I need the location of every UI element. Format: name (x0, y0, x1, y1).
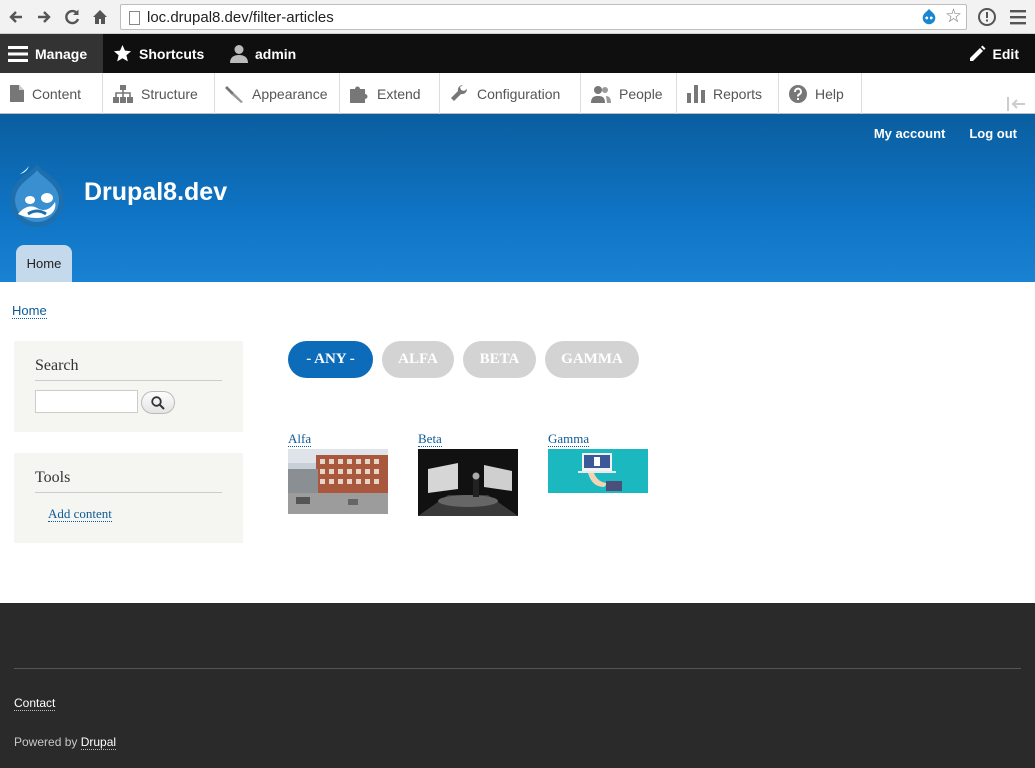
tray-item-label: Extend (377, 85, 421, 102)
puzzle-icon (350, 86, 368, 103)
bookmark-star-icon[interactable]: ☆ (945, 7, 962, 27)
tray-item-extend[interactable]: Extend (340, 73, 440, 114)
paintbrush-icon (225, 86, 243, 103)
article-alfa: Alfa (288, 430, 388, 514)
filter-gamma-button[interactable]: GAMMA (545, 341, 639, 378)
primary-tab-home[interactable]: Home (16, 245, 72, 282)
article-thumbnail-building[interactable] (288, 449, 388, 514)
article-thumbnail-tablet[interactable] (548, 449, 648, 493)
document-icon (10, 85, 24, 102)
tools-block-title: Tools (35, 469, 71, 486)
divider (14, 668, 1021, 669)
add-content-link[interactable]: Add content (48, 507, 112, 522)
filter-button-group: - ANY - ALFA BETA GAMMA (288, 341, 639, 378)
shortcuts-button[interactable]: Shortcuts (113, 34, 204, 73)
secondary-menu: My account Log out (874, 126, 1017, 141)
my-account-link[interactable]: My account (874, 126, 946, 141)
wrench-icon (451, 84, 468, 101)
tray-item-content[interactable]: Content (0, 73, 103, 114)
hamburger-icon (8, 45, 28, 62)
people-icon (591, 85, 611, 103)
search-block-title: Search (35, 357, 79, 374)
search-block: Search (14, 341, 243, 432)
shortcuts-label: Shortcuts (139, 45, 205, 62)
browser-menu-icon[interactable] (1010, 8, 1026, 26)
tray-item-appearance[interactable]: Appearance (215, 73, 340, 114)
tray-item-label: Structure (141, 85, 198, 102)
logout-link[interactable]: Log out (969, 126, 1017, 141)
article-thumbnail-stage[interactable] (418, 449, 518, 516)
tray-item-label: Content (32, 85, 82, 102)
tray-item-people[interactable]: People (581, 73, 677, 114)
contact-link[interactable]: Contact (14, 697, 56, 711)
home-icon[interactable] (90, 7, 110, 27)
collapse-tray-icon[interactable] (1007, 97, 1025, 111)
tray-item-label: Help (815, 85, 844, 102)
tray-item-configuration[interactable]: Configuration (440, 73, 581, 114)
filter-any-button[interactable]: - ANY - (288, 341, 373, 378)
breadcrumb-home[interactable]: Home (12, 304, 47, 319)
tray-item-structure[interactable]: Structure (103, 73, 215, 114)
address-bar[interactable]: loc.drupal8.dev/filter-articles ☆ (120, 4, 967, 30)
tray-item-label: Configuration (477, 85, 561, 102)
drupal-logo[interactable] (8, 162, 66, 228)
info-extension-icon[interactable] (977, 7, 997, 27)
reload-icon[interactable] (62, 7, 82, 27)
search-input[interactable] (35, 390, 138, 413)
site-header: My account Log out Drupal8.dev Home (0, 114, 1035, 282)
browser-toolbar: loc.drupal8.dev/filter-articles ☆ (0, 0, 1035, 34)
filter-beta-button[interactable]: BETA (463, 341, 536, 378)
star-icon (113, 44, 132, 62)
powered-by-prefix: Powered by (14, 735, 78, 749)
bar-chart-icon (687, 84, 705, 103)
user-button[interactable]: admin (230, 34, 296, 73)
divider (35, 492, 222, 493)
pencil-icon (969, 45, 986, 61)
forward-arrow-icon[interactable] (34, 7, 54, 27)
divider (35, 380, 222, 381)
tray-item-label: Appearance (252, 85, 328, 102)
edit-label: Edit (992, 45, 1019, 62)
url-text[interactable]: loc.drupal8.dev/filter-articles (147, 9, 334, 26)
filter-alfa-button[interactable]: ALFA (382, 341, 454, 378)
search-icon (151, 395, 165, 410)
tray-item-help[interactable]: Help (779, 73, 862, 114)
drupal-extension-icon[interactable] (920, 8, 938, 26)
tools-block: Tools Add content (14, 453, 243, 543)
back-arrow-icon[interactable] (6, 7, 26, 27)
drupal-link[interactable]: Drupal (80, 735, 117, 750)
manage-label: Manage (35, 45, 88, 62)
tray-item-label: Reports (713, 85, 763, 102)
user-icon (230, 45, 248, 63)
admin-toolbar: Manage Shortcuts admin Edit (0, 34, 1035, 73)
page-icon (129, 11, 140, 25)
edit-button[interactable]: Edit (968, 34, 1019, 73)
powered-by-text: Powered by Drupal (14, 735, 117, 750)
article-beta: Beta (418, 430, 518, 516)
manage-button[interactable]: Manage (0, 34, 103, 73)
tray-item-label: People (619, 85, 663, 102)
article-title-link[interactable]: Beta (418, 432, 442, 447)
admin-toolbar-tray: Content Structure Appearance Extend Conf… (0, 73, 1035, 114)
article-gamma: Gamma (548, 430, 648, 493)
help-icon (789, 84, 807, 103)
site-footer: Contact Powered by Drupal (0, 603, 1035, 768)
tray-item-reports[interactable]: Reports (677, 73, 779, 114)
article-title-link[interactable]: Alfa (288, 432, 312, 447)
article-title-link[interactable]: Gamma (548, 432, 590, 447)
site-name[interactable]: Drupal8.dev (84, 178, 227, 207)
structure-icon (113, 84, 133, 103)
search-button[interactable] (141, 391, 175, 414)
user-label: admin (255, 45, 297, 62)
